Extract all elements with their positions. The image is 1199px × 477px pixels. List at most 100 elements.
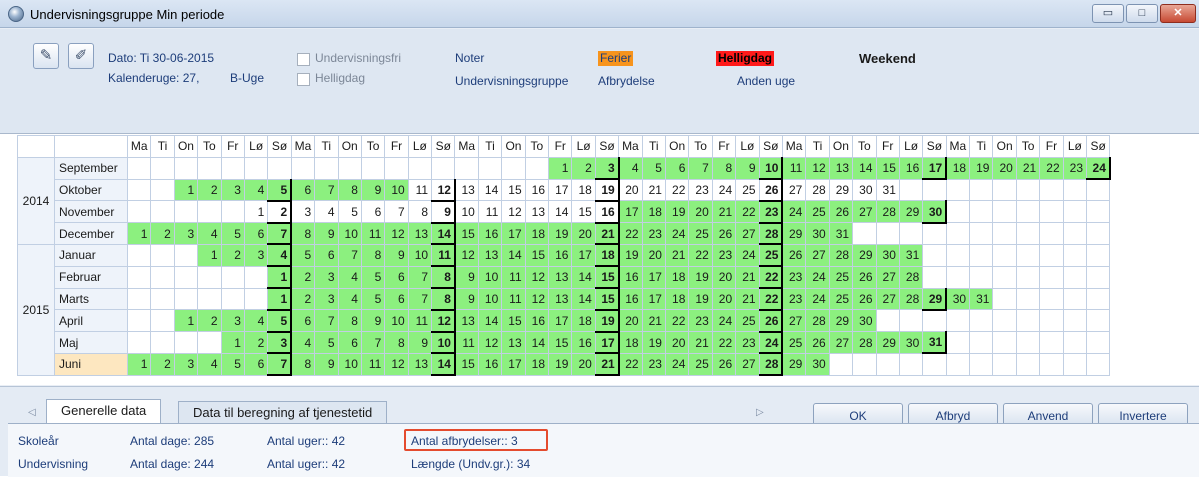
day-cell[interactable]: 6 — [314, 243, 339, 267]
day-cell[interactable]: 7 — [407, 265, 433, 289]
day-cell[interactable]: 1 — [197, 243, 222, 267]
day-cell[interactable]: 28 — [875, 200, 900, 224]
day-cell[interactable]: 8 — [431, 265, 456, 290]
day-cell[interactable]: 23 — [641, 352, 666, 376]
day-cell[interactable]: 22 — [664, 309, 690, 333]
day-cell[interactable]: 6 — [360, 200, 386, 224]
day-cell[interactable]: 5 — [220, 352, 245, 376]
day-cell[interactable]: 9 — [314, 222, 339, 245]
day-cell[interactable]: 28 — [828, 243, 854, 267]
day-cell[interactable]: 6 — [290, 309, 316, 333]
day-cell[interactable]: 26 — [852, 287, 877, 311]
day-cell[interactable]: 13 — [501, 331, 526, 354]
day-cell[interactable]: 18 — [571, 309, 596, 333]
day-cell[interactable]: 10 — [477, 287, 503, 311]
day-cell[interactable]: 22 — [1039, 156, 1064, 180]
day-cell[interactable]: 17 — [501, 222, 526, 245]
day-cell[interactable]: 5 — [360, 287, 386, 311]
day-cell[interactable]: 28 — [758, 352, 784, 377]
day-cell[interactable]: 26 — [758, 309, 784, 333]
day-cell[interactable]: 11 — [454, 331, 479, 354]
day-cell[interactable]: 2 — [290, 265, 316, 289]
day-cell[interactable]: 1 — [220, 331, 245, 354]
day-cell[interactable]: 24 — [711, 178, 737, 202]
day-cell[interactable]: 21 — [688, 331, 713, 354]
day-cell[interactable]: 8 — [384, 331, 409, 354]
day-cell[interactable]: 20 — [664, 331, 690, 354]
day-cell[interactable]: 6 — [384, 287, 409, 311]
day-cell[interactable]: 26 — [852, 265, 877, 289]
day-cell[interactable]: 9 — [407, 331, 433, 354]
day-cell[interactable]: 11 — [781, 156, 807, 180]
day-cell[interactable]: 3 — [243, 243, 269, 267]
day-cell[interactable]: 7 — [267, 352, 293, 377]
day-cell[interactable]: 9 — [384, 243, 409, 267]
day-cell[interactable]: 13 — [407, 352, 433, 376]
day-cell[interactable]: 30 — [898, 331, 924, 354]
day-cell[interactable]: 7 — [384, 200, 409, 224]
day-cell[interactable]: 25 — [758, 243, 784, 268]
day-cell[interactable]: 4 — [197, 352, 222, 376]
day-cell[interactable]: 23 — [688, 178, 713, 202]
day-cell[interactable]: 23 — [641, 222, 666, 245]
day-cell[interactable]: 16 — [898, 156, 924, 180]
day-cell[interactable]: 11 — [501, 265, 526, 289]
day-cell[interactable]: 8 — [337, 178, 362, 202]
day-cell[interactable]: 19 — [688, 287, 713, 311]
day-cell[interactable]: 27 — [735, 222, 760, 245]
day-cell[interactable]: 6 — [664, 156, 690, 180]
day-cell[interactable]: 14 — [477, 309, 503, 333]
day-cell[interactable]: 16 — [477, 352, 503, 376]
day-cell[interactable]: 16 — [618, 287, 643, 311]
day-cell[interactable]: 22 — [758, 265, 784, 290]
day-cell[interactable]: 21 — [641, 309, 666, 333]
day-cell[interactable]: 19 — [594, 309, 620, 333]
day-cell[interactable]: 10 — [384, 309, 409, 333]
day-cell[interactable]: 20 — [711, 265, 737, 289]
day-cell[interactable]: 21 — [641, 178, 666, 202]
day-cell[interactable]: 28 — [852, 331, 877, 354]
day-cell[interactable]: 25 — [828, 287, 854, 311]
day-cell[interactable]: 6 — [384, 265, 409, 289]
day-cell[interactable]: 14 — [524, 331, 550, 354]
day-cell[interactable]: 21 — [1015, 156, 1041, 180]
day-cell[interactable]: 18 — [524, 352, 550, 376]
day-cell[interactable]: 17 — [641, 265, 666, 289]
day-cell[interactable]: 16 — [594, 200, 620, 224]
day-cell[interactable]: 14 — [548, 200, 573, 224]
day-cell[interactable]: 6 — [337, 331, 362, 354]
day-cell[interactable]: 15 — [501, 309, 526, 333]
day-cell[interactable]: 8 — [290, 222, 316, 245]
day-cell[interactable]: 20 — [688, 200, 713, 224]
day-cell[interactable]: 22 — [618, 352, 643, 376]
day-cell[interactable]: 18 — [618, 331, 643, 354]
day-cell[interactable]: 20 — [641, 243, 666, 267]
day-cell[interactable]: 27 — [875, 265, 900, 289]
day-cell[interactable]: 9 — [454, 265, 479, 289]
day-cell[interactable]: 1 — [173, 178, 199, 202]
day-cell[interactable]: 6 — [243, 352, 269, 376]
day-cell[interactable]: 1 — [267, 287, 293, 311]
day-cell[interactable]: 28 — [898, 287, 924, 311]
day-cell[interactable]: 9 — [454, 287, 479, 311]
day-cell[interactable]: 20 — [618, 178, 643, 202]
day-cell[interactable]: 24 — [711, 309, 737, 333]
day-cell[interactable]: 5 — [220, 222, 245, 245]
day-cell[interactable]: 4 — [290, 331, 316, 354]
day-cell[interactable]: 2 — [197, 309, 222, 333]
day-cell[interactable]: 25 — [828, 265, 854, 289]
day-cell[interactable]: 4 — [197, 222, 222, 245]
day-cell[interactable]: 2 — [571, 156, 596, 180]
day-cell[interactable]: 1 — [173, 309, 199, 333]
day-cell[interactable]: 22 — [688, 243, 713, 267]
day-cell[interactable]: 2 — [267, 200, 293, 224]
day-cell[interactable]: 31 — [898, 243, 924, 267]
day-cell[interactable]: 30 — [852, 309, 877, 333]
day-cell[interactable]: 5 — [337, 200, 362, 224]
day-cell[interactable]: 27 — [852, 200, 877, 224]
day-cell[interactable]: 9 — [360, 309, 386, 333]
day-cell[interactable]: 3 — [314, 265, 339, 289]
day-cell[interactable]: 20 — [711, 287, 737, 311]
day-cell[interactable]: 30 — [922, 200, 948, 224]
day-cell[interactable]: 12 — [477, 331, 503, 354]
